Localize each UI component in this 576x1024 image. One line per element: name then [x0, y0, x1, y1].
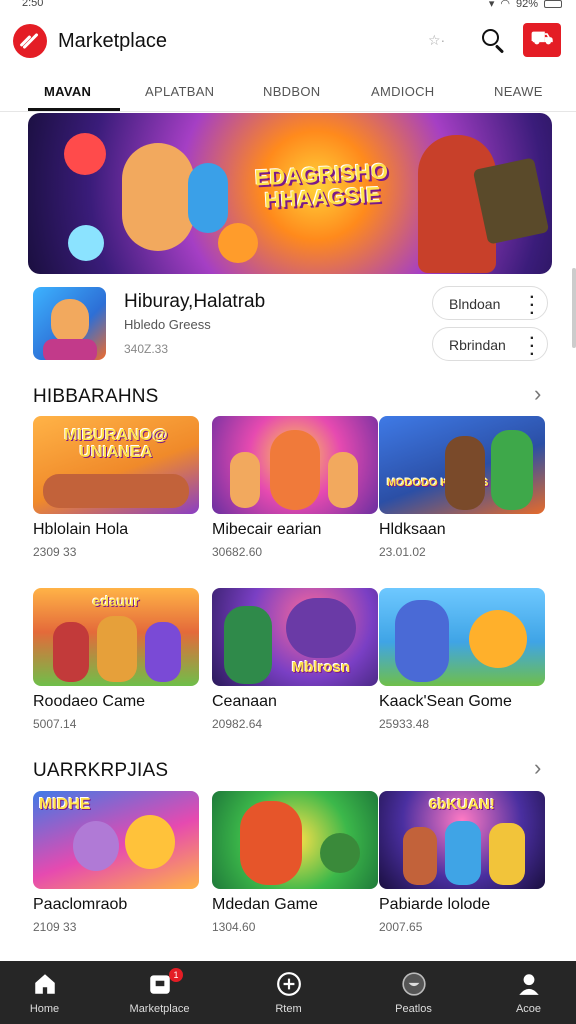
- app-card-name: Hblolain Hola: [33, 521, 129, 538]
- featured-app-size: 340Z.33: [124, 342, 169, 356]
- section-title: HIBBARAHNS: [33, 386, 159, 407]
- thumbnail-caption: edauur: [92, 593, 140, 609]
- app-card-name: Mdedan Game: [212, 896, 318, 913]
- bottom-nav: Home Marketplace Rtem Peatlos Acoe: [0, 961, 576, 1024]
- banner-orb-decoration: [64, 133, 106, 175]
- app-card[interactable]: Mblrosn Ceanaan 20982.64: [212, 588, 380, 731]
- app-card[interactable]: Kaack'Sean Gome 25933.48: [379, 588, 547, 731]
- status-time: 2:50: [22, 0, 44, 9]
- search-icon: [482, 29, 499, 46]
- nav-acoe[interactable]: Acoe: [471, 961, 576, 1024]
- tab-aplatban[interactable]: APLATBAN: [145, 84, 214, 99]
- app-card-name: Roodaeo Came: [33, 693, 146, 710]
- app-logo-icon[interactable]: [13, 24, 47, 58]
- app-card-meta: 2109 33: [33, 920, 77, 934]
- app-card-thumbnail: edauur: [33, 588, 199, 686]
- nav-home[interactable]: Home: [0, 961, 102, 1024]
- chevron-right-icon[interactable]: ›: [534, 381, 541, 407]
- app-card-meta: 2007.65: [379, 920, 423, 934]
- app-card-name: Hldksaan: [379, 521, 446, 538]
- featured-primary-button[interactable]: Blndoan · · ·: [432, 286, 548, 322]
- app-card[interactable]: 6bKUAN! Pabiarde lolode 2007.65: [379, 791, 547, 934]
- featured-secondary-button[interactable]: Rbrindan · · ·: [432, 327, 548, 363]
- more-vert-icon[interactable]: · · ·: [530, 290, 535, 322]
- category-tabs: MAVAN APLATBAN NBDBON AMDIOCH NEAWE: [0, 70, 576, 112]
- thumbnail-caption: 6bKUAN!: [429, 796, 495, 813]
- plus-circle-icon: [276, 972, 301, 996]
- hero-banner[interactable]: EDAGRISHO HHAAGSIE: [28, 113, 552, 274]
- cart-icon: ⛟: [530, 28, 554, 48]
- featured-secondary-label: Rbrindan: [449, 337, 506, 353]
- search-button[interactable]: [478, 26, 508, 56]
- nav-peatlos[interactable]: Peatlos: [356, 961, 471, 1024]
- tab-amdioch[interactable]: AMDIOCH: [371, 84, 435, 99]
- person-icon: [518, 974, 539, 995]
- app-card-name: Mibecair earian: [212, 521, 322, 538]
- more-vert-icon[interactable]: · · ·: [530, 331, 535, 363]
- cart-button[interactable]: ⛟: [523, 23, 561, 57]
- top-app-bar: Marketplace ☆· ⛟: [0, 14, 576, 70]
- nav-home-label: Home: [29, 1003, 60, 1015]
- featured-primary-label: Blndoan: [449, 296, 501, 312]
- active-tab-indicator: [28, 108, 120, 111]
- header-mini-indicator: ☆·: [428, 32, 446, 48]
- app-card-meta: 20982.64: [212, 717, 263, 731]
- app-card-thumbnail: Mblrosn: [212, 588, 378, 686]
- chevron-right-icon[interactable]: ›: [534, 755, 541, 781]
- app-card[interactable]: edauur Roodaeo Came 5007.14: [33, 588, 201, 731]
- app-card-thumbnail: MIBURANO@ UNIANEA: [33, 416, 199, 514]
- app-card-name: Paaclomraob: [33, 896, 128, 913]
- nav-marketplace-label: Marketplace: [129, 1003, 190, 1015]
- featured-app-title[interactable]: Hiburay,Halatrab: [124, 291, 265, 313]
- banner-title: EDAGRISHO HHAAGSIE: [254, 158, 389, 214]
- status-bar: 2:50 ▾ ◠ 92%: [0, 0, 576, 14]
- nav-peatlos-label: Peatlos: [395, 1003, 432, 1015]
- signal-icon: ▾: [488, 0, 495, 10]
- app-card[interactable]: MIBURANO@ UNIANEA Hblolain Hola 2309 33: [33, 416, 201, 559]
- bowl-icon: [401, 972, 426, 996]
- app-card[interactable]: Mdedan Game 1304.60: [212, 791, 380, 934]
- wifi-icon: ◠: [500, 0, 510, 10]
- app-card-meta: 5007.14: [33, 717, 77, 731]
- app-card-thumbnail: MODODO KANUOS: [379, 416, 545, 514]
- app-card-meta: 1304.60: [212, 920, 256, 934]
- banner-boy-character: [122, 143, 194, 251]
- nav-rtem-label: Rtem: [275, 1003, 302, 1015]
- battery-text: 92%: [515, 0, 538, 10]
- home-icon: [34, 974, 55, 994]
- nav-marketplace[interactable]: Marketplace: [102, 961, 217, 1024]
- app-card-thumbnail: [212, 416, 378, 514]
- tab-mavan[interactable]: MAVAN: [44, 84, 91, 99]
- scrollbar[interactable]: [572, 268, 576, 348]
- nav-rtem[interactable]: Rtem: [231, 961, 346, 1024]
- app-card[interactable]: MODODO KANUOS Hldksaan 23.01.02: [379, 416, 547, 559]
- section-title: UARRKRPJIAS: [33, 760, 169, 781]
- app-card-thumbnail: [212, 791, 378, 889]
- app-card-meta: 25933.48: [379, 717, 430, 731]
- app-card-meta: 2309 33: [33, 545, 77, 559]
- app-card-thumbnail: 6bKUAN!: [379, 791, 545, 889]
- app-card-thumbnail: [379, 588, 545, 686]
- app-card-name: Ceanaan: [212, 693, 277, 710]
- app-card[interactable]: Mibecair earian 30682.60: [212, 416, 380, 559]
- app-card-meta: 23.01.02: [379, 545, 426, 559]
- app-card-name: Pabiarde lolode: [379, 896, 491, 913]
- notification-badge: 1: [169, 968, 183, 982]
- tab-neawe[interactable]: NEAWE: [494, 84, 543, 99]
- tab-nbdbon[interactable]: NBDBON: [263, 84, 320, 99]
- app-card[interactable]: MIDHE Paaclomraob 2109 33: [33, 791, 201, 934]
- thumbnail-caption: Mblrosn: [291, 659, 351, 676]
- app-card-name: Kaack'Sean Gome: [379, 693, 512, 710]
- nav-acoe-label: Acoe: [515, 1003, 542, 1015]
- battery-icon: [544, 0, 562, 8]
- thumbnail-caption: MIBURANO@ UNIANEA: [64, 427, 168, 461]
- page-title: Marketplace: [58, 30, 167, 52]
- thumbnail-caption: MIDHE: [39, 796, 91, 813]
- app-card-meta: 30682.60: [212, 545, 263, 559]
- featured-app-icon[interactable]: [33, 287, 106, 360]
- app-card-thumbnail: MIDHE: [33, 791, 199, 889]
- featured-app-subtitle: Hbledo Greess: [124, 317, 211, 332]
